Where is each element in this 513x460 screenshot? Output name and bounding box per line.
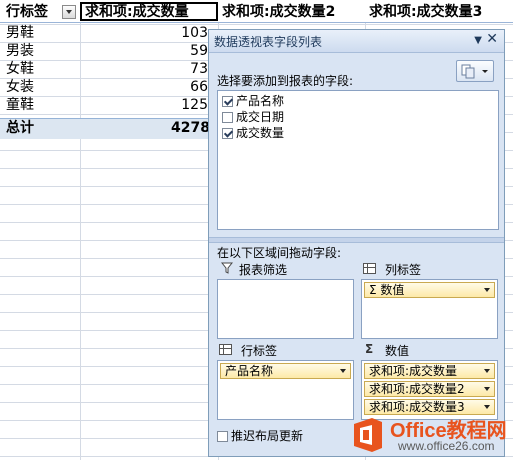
pill-label: 求和项:成交数量3 <box>369 400 465 414</box>
row-labels-area[interactable]: 产品名称 <box>217 360 354 420</box>
filter-icon <box>221 262 233 274</box>
pivot-field-list-panel: 数据透视表字段列表 ▼ ✕ 选择要添加到报表的字段: 产品名称 成交日期 成交数… <box>208 29 505 457</box>
pill-label: 求和项:成交数量2 <box>369 382 465 396</box>
watermark-url: www.office26.com <box>398 439 495 453</box>
panel-title-bar[interactable]: 数据透视表字段列表 ▼ ✕ <box>209 30 504 53</box>
selected-cell <box>80 2 218 21</box>
row-label[interactable]: 男装 <box>6 42 34 60</box>
defer-layout-update[interactable]: 推迟布局更新 <box>217 427 303 444</box>
checkbox[interactable] <box>222 112 233 123</box>
chevron-down-icon <box>484 387 490 391</box>
column-labels-area[interactable]: Σ 数值 <box>361 279 498 339</box>
choose-fields-label: 选择要添加到报表的字段: <box>217 74 354 88</box>
field-list-box: 产品名称 成交日期 成交数量 <box>217 90 499 230</box>
pill-label: 产品名称 <box>225 364 274 378</box>
row-label[interactable]: 男鞋 <box>6 24 34 42</box>
chevron-down-icon <box>484 288 490 292</box>
value-field-sum-qty2[interactable]: 求和项:成交数量2 <box>364 381 495 397</box>
row-value[interactable]: 73 <box>82 60 208 78</box>
row-value[interactable]: 103 <box>82 24 208 42</box>
column-field-values[interactable]: Σ 数值 <box>364 282 495 298</box>
layout-icon <box>461 64 488 79</box>
row-label[interactable]: 女装 <box>6 78 34 96</box>
field-item-quantity[interactable]: 成交数量 <box>222 125 284 141</box>
value-field-sum-qty[interactable]: 求和项:成交数量 <box>364 363 495 379</box>
checkbox[interactable] <box>217 431 228 442</box>
sum-qty3-header[interactable]: 求和项:成交数量3 <box>369 3 482 21</box>
field-label: 产品名称 <box>236 94 285 108</box>
row-value[interactable]: 66 <box>82 78 208 96</box>
report-filter-area[interactable] <box>217 279 354 339</box>
row-field-product-name[interactable]: 产品名称 <box>220 363 351 379</box>
close-icon[interactable]: ✕ <box>486 31 498 47</box>
sum-qty2-header[interactable]: 求和项:成交数量2 <box>222 3 335 21</box>
panel-menu-icon[interactable]: ▼ <box>474 35 482 46</box>
office-logo-icon <box>354 418 382 452</box>
column-labels-icon <box>363 263 376 274</box>
grand-total-label[interactable]: 总计 <box>6 119 34 137</box>
checkbox[interactable] <box>222 128 233 139</box>
sigma-icon: Σ <box>365 342 374 356</box>
values-area[interactable]: 求和项:成交数量 求和项:成交数量2 求和项:成交数量3 <box>361 360 498 420</box>
value-field-sum-qty3[interactable]: 求和项:成交数量3 <box>364 399 495 415</box>
row-labels-filter-button[interactable] <box>62 5 76 19</box>
column-labels-label: 列标签 <box>385 263 422 277</box>
watermark: Office教程网 www.office26.com <box>350 414 512 458</box>
chevron-down-icon <box>340 369 346 373</box>
pill-label: Σ 数值 <box>369 283 405 297</box>
panel-splitter[interactable] <box>209 237 504 243</box>
checkbox[interactable] <box>222 96 233 107</box>
row-labels-header[interactable]: 行标签 <box>6 3 48 21</box>
field-list-layout-button[interactable] <box>456 60 494 82</box>
panel-title: 数据透视表字段列表 <box>214 35 323 49</box>
pill-label: 求和项:成交数量 <box>369 364 458 378</box>
chevron-down-icon <box>484 369 490 373</box>
chevron-down-icon <box>484 405 490 409</box>
drag-fields-label: 在以下区域间拖动字段: <box>217 246 342 260</box>
row-value[interactable]: 59 <box>82 42 208 60</box>
field-label: 成交日期 <box>236 110 285 124</box>
field-item-date[interactable]: 成交日期 <box>222 109 284 125</box>
row-labels-icon <box>219 344 232 355</box>
field-item-product-name[interactable]: 产品名称 <box>222 93 284 109</box>
row-labels-label: 行标签 <box>241 344 278 358</box>
column-gridline <box>80 0 81 460</box>
row-label[interactable]: 童鞋 <box>6 96 34 114</box>
values-label: 数值 <box>385 344 410 358</box>
row-value[interactable]: 125 <box>82 96 208 114</box>
row-label[interactable]: 女鞋 <box>6 60 34 78</box>
field-label: 成交数量 <box>236 126 285 140</box>
defer-layout-label: 推迟布局更新 <box>231 429 304 443</box>
report-filter-label: 报表筛选 <box>239 263 288 277</box>
grand-total-value[interactable]: 4278 <box>82 119 210 137</box>
